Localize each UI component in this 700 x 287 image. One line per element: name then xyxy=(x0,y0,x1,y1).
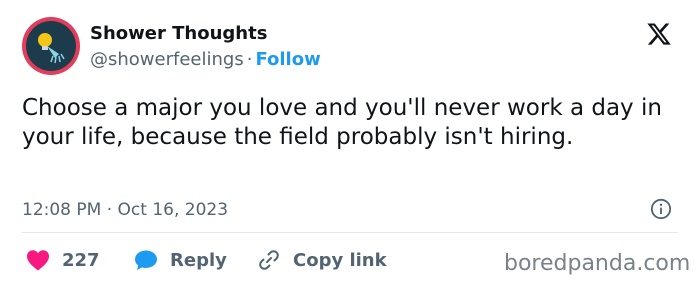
heart-icon xyxy=(27,250,49,271)
author-name[interactable]: Shower Thoughts xyxy=(90,22,267,46)
tweet-timestamp[interactable]: 12:08 PM · Oct 16, 2023 xyxy=(22,198,228,222)
avatar[interactable] xyxy=(22,17,80,75)
speech-bubble-icon xyxy=(135,250,157,270)
reply-button[interactable]: Reply xyxy=(134,248,227,272)
separator-dot: · xyxy=(246,49,253,70)
like-button[interactable]: 227 xyxy=(26,248,100,272)
tweet-text: Choose a major you love and you'll never… xyxy=(22,95,662,150)
like-count: 227 xyxy=(62,249,100,271)
copy-link-button[interactable]: Copy link xyxy=(257,248,387,272)
watermark: boredpanda.com xyxy=(504,251,691,276)
author-handle[interactable]: @showerfeelings xyxy=(90,49,244,70)
avatar-inner xyxy=(26,21,76,71)
lightbulb-shower-icon xyxy=(38,33,65,64)
follow-button[interactable]: Follow xyxy=(255,49,320,70)
author-handle-row: @showerfeelings · Follow xyxy=(90,48,321,72)
copy-link-label: Copy link xyxy=(293,249,387,271)
divider xyxy=(22,232,678,233)
link-icon xyxy=(259,250,279,270)
info-icon[interactable] xyxy=(650,198,672,220)
reply-label: Reply xyxy=(170,249,227,271)
x-logo-icon[interactable] xyxy=(645,21,673,47)
